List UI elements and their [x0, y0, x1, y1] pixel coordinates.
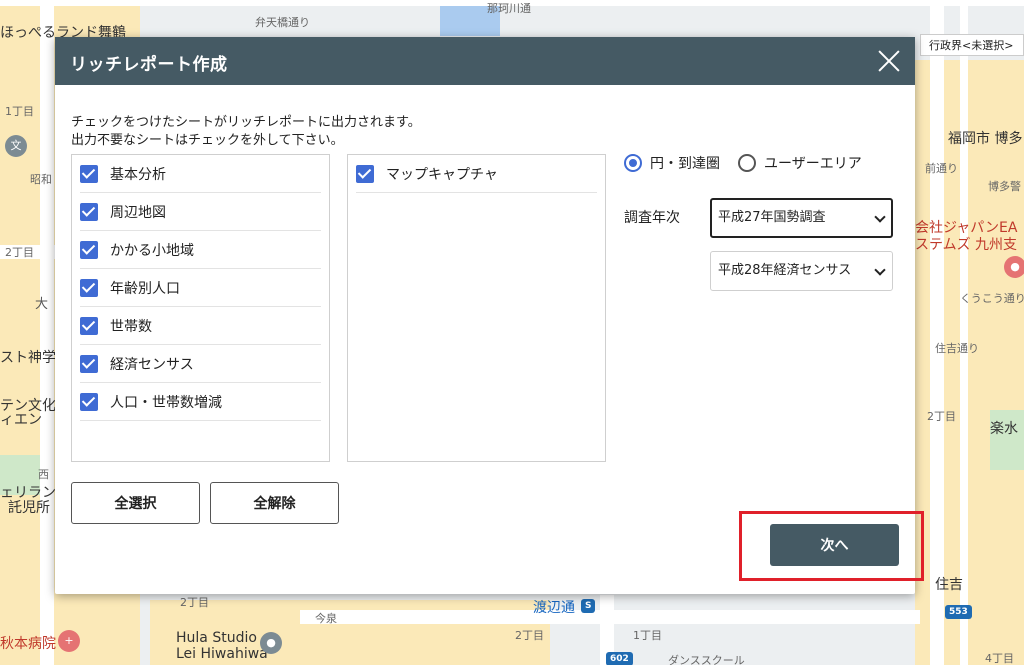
- route-shield-553: 553: [945, 605, 972, 619]
- map-label: Lei Hiwahiwa: [176, 646, 268, 662]
- next-button[interactable]: 次へ: [770, 524, 899, 566]
- clear-all-button[interactable]: 全解除: [210, 482, 339, 524]
- map-road: [930, 0, 944, 665]
- map-label: 前通り: [925, 162, 958, 175]
- select-value: 平成28年経済センサス: [718, 263, 852, 278]
- sheet-label: 人口・世帯数増減: [110, 394, 222, 411]
- map-label: 4丁目: [985, 652, 1014, 665]
- map-label: 今泉: [315, 612, 337, 625]
- map-label: 秋本病院: [0, 636, 56, 652]
- census-year-select[interactable]: 平成27年国勢調査: [710, 198, 893, 238]
- school-icon: 文: [5, 135, 27, 157]
- route-shield-602: 602: [606, 652, 633, 665]
- map-label: 1丁目: [633, 629, 662, 642]
- checkbox-checked-icon[interactable]: [80, 354, 98, 373]
- chevron-down-icon: [874, 264, 886, 276]
- select-value: 平成27年国勢調査: [718, 210, 826, 225]
- checkbox-checked-icon[interactable]: [80, 240, 98, 259]
- dialog-header: リッチレポート作成: [55, 37, 915, 85]
- map-road: [40, 0, 54, 665]
- chevron-down-icon: [874, 211, 886, 223]
- sheet-item-surrounding-map[interactable]: 周辺地図: [80, 193, 321, 231]
- sheet-item-economic-census[interactable]: 経済センサス: [80, 345, 321, 383]
- map-label: ステムズ 九州支: [915, 237, 1018, 253]
- dialog-title: リッチレポート作成: [70, 55, 228, 75]
- sheet-label: マップキャプチャ: [386, 166, 498, 183]
- map-label: 2丁目: [927, 410, 956, 423]
- radio-user-area[interactable]: [738, 154, 756, 172]
- checkbox-checked-icon[interactable]: [80, 278, 98, 297]
- map-label: 2丁目: [5, 246, 34, 259]
- select-all-button[interactable]: 全選択: [71, 482, 200, 524]
- map-label: Hula Studio: [176, 630, 257, 646]
- map-label: 博多警: [988, 180, 1021, 193]
- map-label: ダンススクール: [668, 654, 745, 665]
- radio-circle-reach[interactable]: [624, 154, 642, 172]
- admin-boundary-selector[interactable]: 行政界<未選択>: [920, 34, 1024, 56]
- map-label: ィエン: [0, 412, 42, 428]
- sheet-item-population-change[interactable]: 人口・世帯数増減: [80, 383, 321, 421]
- instruction-line: 出力不要なシートはチェックを外して下さい。: [71, 133, 344, 148]
- instruction-line: チェックをつけたシートがリッチレポートに出力されます。: [71, 115, 421, 130]
- map-label: スト神学: [0, 350, 56, 366]
- sheet-label: 年齢別人口: [110, 280, 180, 297]
- checkbox-checked-icon[interactable]: [80, 316, 98, 335]
- survey-year-label: 調査年次: [624, 210, 680, 226]
- business-pin-icon: ●: [1004, 256, 1024, 278]
- sheet-item-map-capture[interactable]: マップキャプチャ: [356, 155, 597, 193]
- sheet-list-left: 基本分析 周辺地図 かかる小地域 年齢別人口 世帯数 経済センサス 人口・世帯数…: [71, 154, 330, 462]
- location-pin-icon: ●: [260, 632, 282, 654]
- checkbox-checked-icon[interactable]: [80, 202, 98, 221]
- sheet-item-basic-analysis[interactable]: 基本分析: [80, 155, 321, 193]
- map-label: 福岡市 博多: [948, 131, 1023, 147]
- rich-report-dialog: リッチレポート作成 チェックをつけたシートがリッチレポートに出力されます。 出力…: [55, 37, 915, 594]
- sheet-label: 基本分析: [110, 166, 166, 183]
- checkbox-checked-icon[interactable]: [356, 164, 374, 183]
- map-label: 大: [35, 297, 49, 312]
- map-label: 2丁目: [180, 596, 209, 609]
- sheet-label: 世帯数: [110, 318, 152, 335]
- map-label: 弁天橋通り: [255, 16, 310, 29]
- sheet-item-households[interactable]: 世帯数: [80, 307, 321, 345]
- sheet-label: 周辺地図: [110, 204, 166, 221]
- map-label: くうこう通り: [960, 292, 1024, 305]
- subway-station-icon: S: [581, 599, 596, 613]
- checkbox-checked-icon[interactable]: [80, 392, 98, 411]
- checkbox-checked-icon[interactable]: [80, 164, 98, 183]
- map-label: 住吉: [935, 577, 963, 593]
- map-road: [960, 0, 968, 665]
- hospital-icon: +: [58, 630, 80, 652]
- economic-census-select[interactable]: 平成28年経済センサス: [710, 251, 893, 291]
- sheet-list-right: マップキャプチャ: [347, 154, 606, 462]
- map-label: 那珂川通: [487, 2, 531, 15]
- instructions: チェックをつけたシートがリッチレポートに出力されます。 出力不要なシートはチェッ…: [71, 114, 421, 150]
- map-label: 1丁目: [5, 105, 34, 118]
- radio-label[interactable]: 円・到達圏: [650, 153, 720, 173]
- radio-label[interactable]: ユーザーエリア: [764, 153, 862, 173]
- sheet-label: 経済センサス: [110, 356, 194, 373]
- map-label: 住吉通り: [935, 342, 979, 355]
- sheet-label: かかる小地域: [110, 242, 194, 259]
- map-label: 楽水: [990, 421, 1018, 437]
- area-type-radio-group: 円・到達圏 ユーザーエリア: [624, 153, 880, 173]
- map-label: 2丁目: [515, 629, 544, 642]
- map-label: 渡辺通: [533, 600, 575, 616]
- close-icon[interactable]: [875, 47, 903, 75]
- map-label: 西: [38, 468, 49, 481]
- map-label: 昭和: [30, 173, 52, 186]
- sheet-item-small-area[interactable]: かかる小地域: [80, 231, 321, 269]
- map-label: 託児所: [8, 500, 50, 516]
- sheet-item-age-population[interactable]: 年齢別人口: [80, 269, 321, 307]
